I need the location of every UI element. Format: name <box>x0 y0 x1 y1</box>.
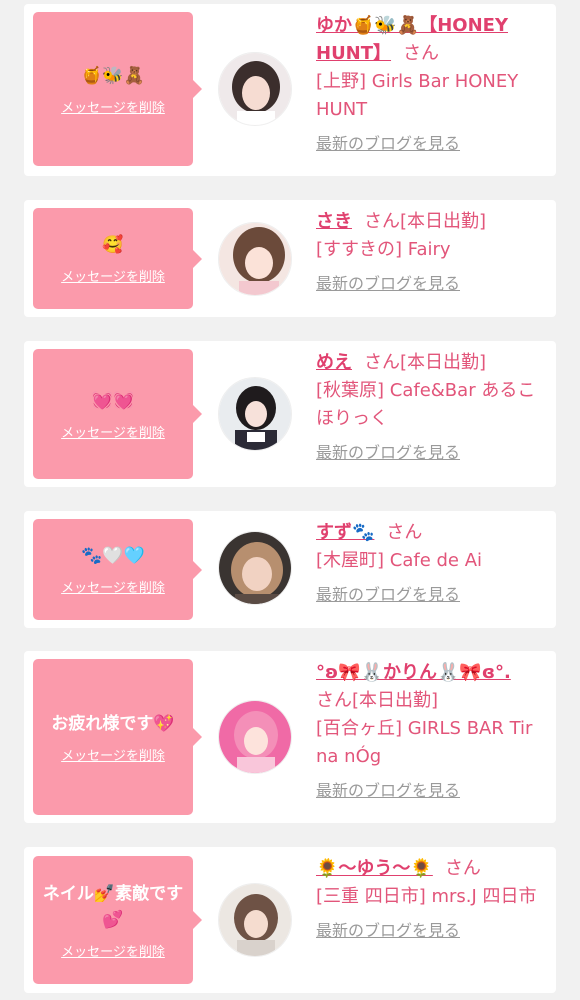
message-card: ネイル💅素敵です💕 メッセージを削除 🌻〜ゆう〜🌻 さん [三重 四日市] mrs… <box>24 847 556 993</box>
message-text: ネイル💅素敵です💕 <box>42 883 184 930</box>
cast-suffix: さん[本日出勤] <box>316 690 439 711</box>
card-info: すず🐾 さん [木屋町] Cafe de Ai 最新のブログを見る <box>316 519 548 609</box>
message-bubble: 🍯🐝🧸 メッセージを削除 <box>33 12 202 166</box>
avatar-photo <box>219 378 291 450</box>
delete-message-link[interactable]: メッセージを削除 <box>61 577 165 596</box>
shop-name: [三重 四日市] mrs.J 四日市 <box>316 886 537 907</box>
message-bubble: 🥰 メッセージを削除 <box>33 208 202 309</box>
blog-link[interactable]: 最新のブログを見る <box>316 270 548 298</box>
blog-link[interactable]: 最新のブログを見る <box>316 917 548 945</box>
avatar[interactable] <box>218 883 292 957</box>
cast-suffix: さん <box>444 858 481 879</box>
card-info: めえ さん[本日出勤] [秋葉原] Cafe&Bar あるこほりっく 最新のブログ… <box>316 349 548 467</box>
avatar[interactable] <box>218 377 292 451</box>
cast-suffix: さん <box>386 522 423 543</box>
avatar-photo <box>219 53 291 125</box>
cast-name-link[interactable]: °ʚ🎀🐰かりん🐰🎀ɞ°. <box>316 662 511 683</box>
message-card: 💓💓 メッセージを削除 めえ さん[本日出勤] [秋葉原] Cafe&Bar ある… <box>24 341 556 487</box>
message-text: 🐾🤍🩵 <box>81 546 145 566</box>
avatar[interactable] <box>218 700 292 774</box>
cast-suffix: さん <box>403 43 440 64</box>
cast-name-link[interactable]: めえ <box>316 352 352 373</box>
avatar[interactable] <box>218 52 292 126</box>
cast-name-link[interactable]: さき <box>316 211 352 232</box>
avatar[interactable] <box>218 222 292 296</box>
avatar-photo <box>219 701 291 773</box>
shop-name: [上野] Girls Bar HONEY HUNT <box>316 71 519 120</box>
message-text: お疲れ様です💖 <box>51 713 175 734</box>
card-info: ゆか🍯🐝🧸【HONEY HUNT】 さん [上野] Girls Bar HONEY… <box>316 12 548 158</box>
avatar[interactable] <box>218 531 292 605</box>
blog-link[interactable]: 最新のブログを見る <box>316 130 548 158</box>
avatar-photo <box>219 532 291 604</box>
cast-name-link[interactable]: 🌻〜ゆう〜🌻 <box>316 858 433 879</box>
avatar-photo <box>219 223 291 295</box>
shop-name: [秋葉原] Cafe&Bar あるこほりっく <box>316 380 536 429</box>
shop-name: [木屋町] Cafe de Ai <box>316 550 483 571</box>
blog-link[interactable]: 最新のブログを見る <box>316 777 548 805</box>
delete-message-link[interactable]: メッセージを削除 <box>61 97 165 116</box>
message-card: お疲れ様です💖 メッセージを削除 °ʚ🎀🐰かりん🐰🎀ɞ°. さん[本日出勤] [… <box>24 651 556 823</box>
blog-link[interactable]: 最新のブログを見る <box>316 581 548 609</box>
message-card: 🥰 メッセージを削除 さき さん[本日出勤] [すすきの] Fairy 最新のブロ… <box>24 200 556 317</box>
delete-message-link[interactable]: メッセージを削除 <box>61 941 165 960</box>
card-info: 🌻〜ゆう〜🌻 さん [三重 四日市] mrs.J 四日市 最新のブログを見る <box>316 855 548 945</box>
card-info: さき さん[本日出勤] [すすきの] Fairy 最新のブログを見る <box>316 208 548 298</box>
message-card: 🐾🤍🩵 メッセージを削除 すず🐾 さん [木屋町] Cafe de Ai 最新のブ… <box>24 511 556 628</box>
message-bubble: ネイル💅素敵です💕 メッセージを削除 <box>33 856 202 984</box>
cast-name-link[interactable]: すず🐾 <box>316 522 374 543</box>
delete-message-link[interactable]: メッセージを削除 <box>61 266 165 285</box>
message-bubble: お疲れ様です💖 メッセージを削除 <box>33 659 202 815</box>
blog-link[interactable]: 最新のブログを見る <box>316 439 548 467</box>
message-bubble: 💓💓 メッセージを削除 <box>33 349 202 479</box>
delete-message-link[interactable]: メッセージを削除 <box>61 745 165 764</box>
avatar-photo <box>219 884 291 956</box>
delete-message-link[interactable]: メッセージを削除 <box>61 422 165 441</box>
message-text: 🥰 <box>102 235 124 255</box>
message-bubble: 🐾🤍🩵 メッセージを削除 <box>33 519 202 620</box>
message-text: 🍯🐝🧸 <box>81 65 145 86</box>
message-card: 🍯🐝🧸 メッセージを削除 ゆか🍯🐝🧸【HONEY HUNT】 さん [上野] Gi… <box>24 4 556 176</box>
shop-name: [すすきの] Fairy <box>316 239 451 260</box>
shop-name: [百合ヶ丘] GIRLS BAR Tir na nÓg <box>316 718 533 767</box>
card-info: °ʚ🎀🐰かりん🐰🎀ɞ°. さん[本日出勤] [百合ヶ丘] GIRLS BAR T… <box>316 659 548 805</box>
cast-suffix: さん[本日出勤] <box>364 211 487 232</box>
cast-suffix: さん[本日出勤] <box>364 352 487 373</box>
message-text: 💓💓 <box>91 390 135 411</box>
